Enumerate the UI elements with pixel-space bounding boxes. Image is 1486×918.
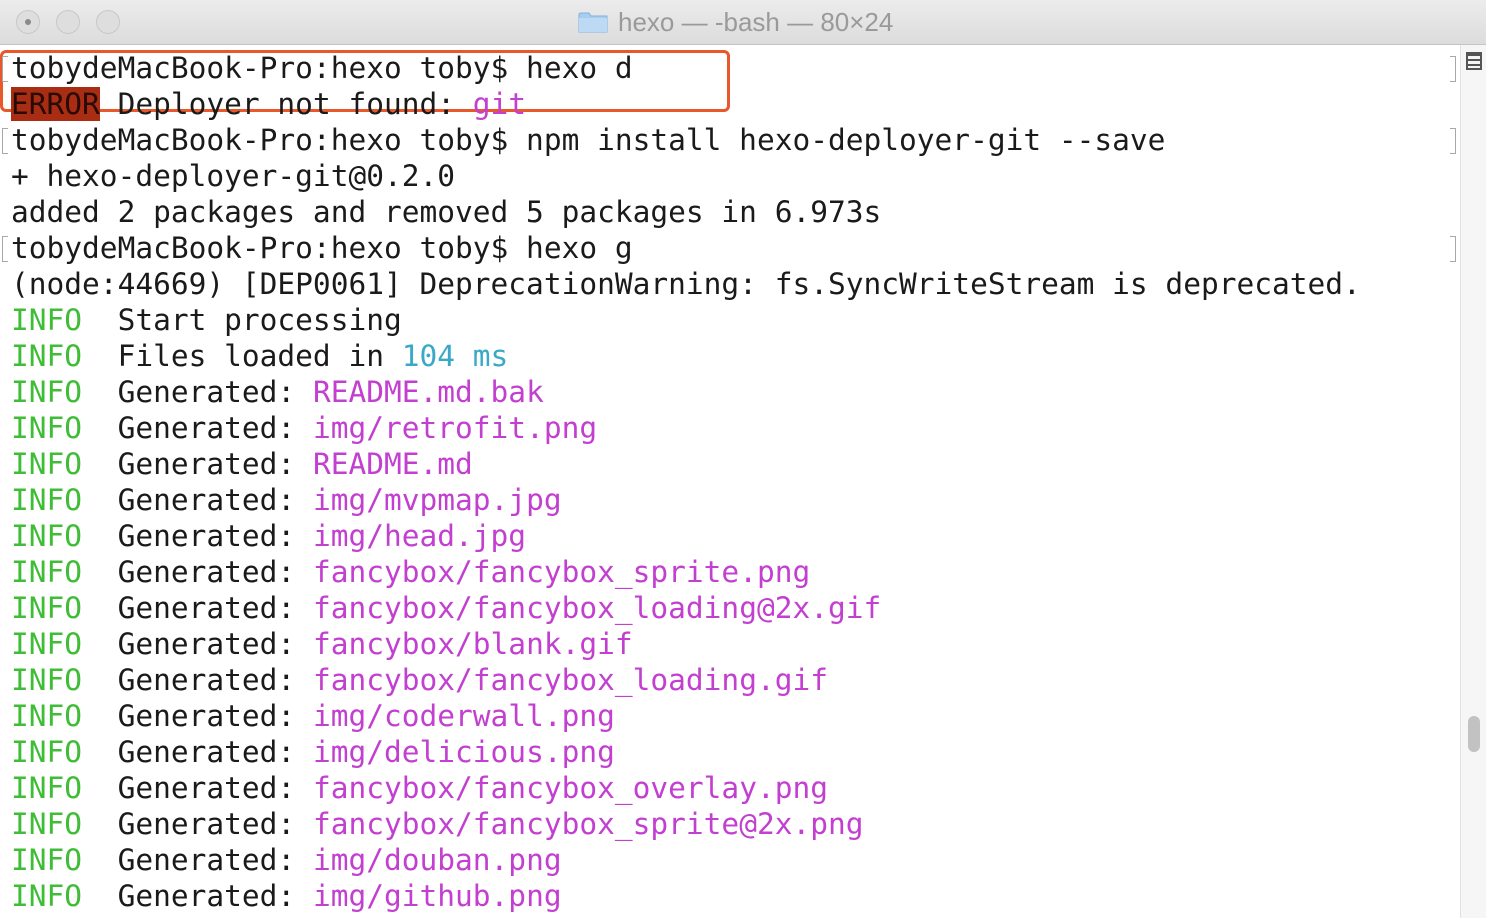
generated-label: Generated:: [82, 843, 313, 877]
info-tag: INFO: [11, 375, 83, 409]
generated-file-path: fancybox/fancybox_overlay.png: [312, 771, 828, 805]
output-line: + hexo-deployer-git@0.2.0: [11, 159, 456, 193]
vertical-scrollbar[interactable]: [1460, 45, 1486, 918]
generated-line: INFO Generated: fancybox/fancybox_overla…: [11, 770, 828, 806]
generated-line: INFO Generated: fancybox/fancybox_sprite…: [11, 806, 864, 842]
generated-label: Generated:: [82, 555, 313, 589]
error-tag: ERROR: [11, 87, 100, 121]
generated-file-path: fancybox/fancybox_loading.gif: [312, 663, 828, 697]
info-tag: INFO: [11, 555, 83, 589]
generated-line: INFO Generated: fancybox/fancybox_sprite…: [11, 554, 810, 590]
generated-file-path: fancybox/fancybox_sprite.png: [312, 555, 811, 589]
generated-label: Generated:: [82, 411, 313, 445]
prompt-mark-left: [2, 236, 8, 262]
files-time: 104 ms: [401, 339, 509, 373]
info-tag: INFO: [11, 663, 83, 697]
prompt-mark-left: [2, 56, 8, 82]
generated-label: Generated:: [82, 771, 313, 805]
info-tag: INFO: [11, 591, 83, 625]
info-line: INFO Files loaded in 104 ms: [11, 338, 508, 374]
error-message: Deployer not found:: [99, 87, 473, 121]
generated-label: Generated:: [82, 627, 313, 661]
command-line: tobydeMacBook-Pro:hexo toby$ hexo d: [11, 51, 633, 85]
generated-file-path: img/coderwall.png: [312, 699, 615, 733]
info-tag: INFO: [11, 735, 83, 769]
warning-line: (node:44669) [DEP0061] DeprecationWarnin…: [11, 267, 1361, 301]
generated-line: INFO Generated: fancybox/blank.gif: [11, 626, 633, 662]
generated-line: INFO Generated: img/retrofit.png: [11, 410, 597, 446]
error-line: ERROR Deployer not found: git: [11, 86, 526, 122]
info-tag: INFO: [11, 303, 83, 337]
info-tag: INFO: [11, 519, 83, 553]
info-tag: INFO: [11, 807, 83, 841]
scroll-thumb[interactable]: [1468, 716, 1480, 752]
info-tag: INFO: [11, 843, 83, 877]
window-title-group: hexo — -bash — 80×24: [578, 6, 893, 38]
generated-line: INFO Generated: img/delicious.png: [11, 734, 615, 770]
generated-file-path: img/delicious.png: [312, 735, 615, 769]
info-tag: INFO: [11, 483, 83, 517]
generated-file-path: README.md.bak: [312, 375, 544, 409]
window-title: hexo — -bash — 80×24: [618, 6, 894, 37]
error-value: git: [472, 87, 527, 121]
generated-line: INFO Generated: README.md: [11, 446, 473, 482]
generated-label: Generated:: [82, 735, 313, 769]
generated-label: Generated:: [82, 447, 313, 481]
generated-line: INFO Generated: img/head.jpg: [11, 518, 526, 554]
generated-file-path: fancybox/fancybox_sprite@2x.png: [312, 807, 864, 841]
generated-file-path: img/github.png: [312, 879, 562, 913]
generated-label: Generated:: [82, 483, 313, 517]
generated-label: Generated:: [82, 879, 313, 913]
minimize-button[interactable]: [56, 10, 80, 34]
info-line: INFO Start processing: [11, 302, 402, 338]
close-button[interactable]: [16, 10, 40, 34]
generated-label: Generated:: [82, 807, 313, 841]
generated-file-path: fancybox/blank.gif: [312, 627, 633, 661]
prompt-mark-right: [1450, 128, 1456, 154]
generated-line: INFO Generated: img/github.png: [11, 878, 562, 914]
prompt-mark-right: [1450, 56, 1456, 82]
generated-line: INFO Generated: fancybox/fancybox_loadin…: [11, 662, 828, 698]
generated-label: Generated:: [82, 663, 313, 697]
command-line: tobydeMacBook-Pro:hexo toby$ hexo g: [11, 231, 633, 265]
generated-file-path: img/douban.png: [312, 843, 562, 877]
split-pane-icon[interactable]: [1466, 52, 1482, 70]
command-line: tobydeMacBook-Pro:hexo toby$ npm install…: [11, 123, 1166, 157]
generated-file-path: fancybox/fancybox_loading@2x.gif: [312, 591, 882, 625]
info-tag: INFO: [11, 447, 83, 481]
generated-line: INFO Generated: img/coderwall.png: [11, 698, 615, 734]
prompt-mark-left: [2, 128, 8, 154]
generated-label: Generated:: [82, 375, 313, 409]
generated-label: Generated:: [82, 519, 313, 553]
generated-label: Generated:: [82, 591, 313, 625]
generated-line: INFO Generated: img/mvpmap.jpg: [11, 482, 562, 518]
info-message: Start processing: [82, 303, 402, 337]
info-tag: INFO: [11, 339, 83, 373]
zoom-button[interactable]: [96, 10, 120, 34]
info-tag: INFO: [11, 699, 83, 733]
info-tag: INFO: [11, 879, 83, 913]
terminal-output[interactable]: tobydeMacBook-Pro:hexo toby$ hexo d ERRO…: [0, 50, 1460, 918]
info-message: Files loaded in: [82, 339, 402, 373]
generated-file-path: README.md: [312, 447, 473, 481]
title-bar[interactable]: hexo — -bash — 80×24: [0, 0, 1486, 45]
info-tag: INFO: [11, 411, 83, 445]
prompt-mark-right: [1450, 236, 1456, 262]
generated-label: Generated:: [82, 699, 313, 733]
generated-line: INFO Generated: fancybox/fancybox_loadin…: [11, 590, 881, 626]
generated-line: INFO Generated: README.md.bak: [11, 374, 544, 410]
terminal-window: hexo — -bash — 80×24 tobydeMacBook-Pro:h…: [0, 0, 1486, 918]
generated-file-path: img/head.jpg: [312, 519, 527, 553]
info-tag: INFO: [11, 771, 83, 805]
generated-file-path: img/mvpmap.jpg: [312, 483, 562, 517]
folder-icon: [578, 12, 608, 33]
info-tag: INFO: [11, 627, 83, 661]
output-line: added 2 packages and removed 5 packages …: [11, 195, 882, 229]
generated-file-path: img/retrofit.png: [312, 411, 598, 445]
generated-line: INFO Generated: img/douban.png: [11, 842, 562, 878]
